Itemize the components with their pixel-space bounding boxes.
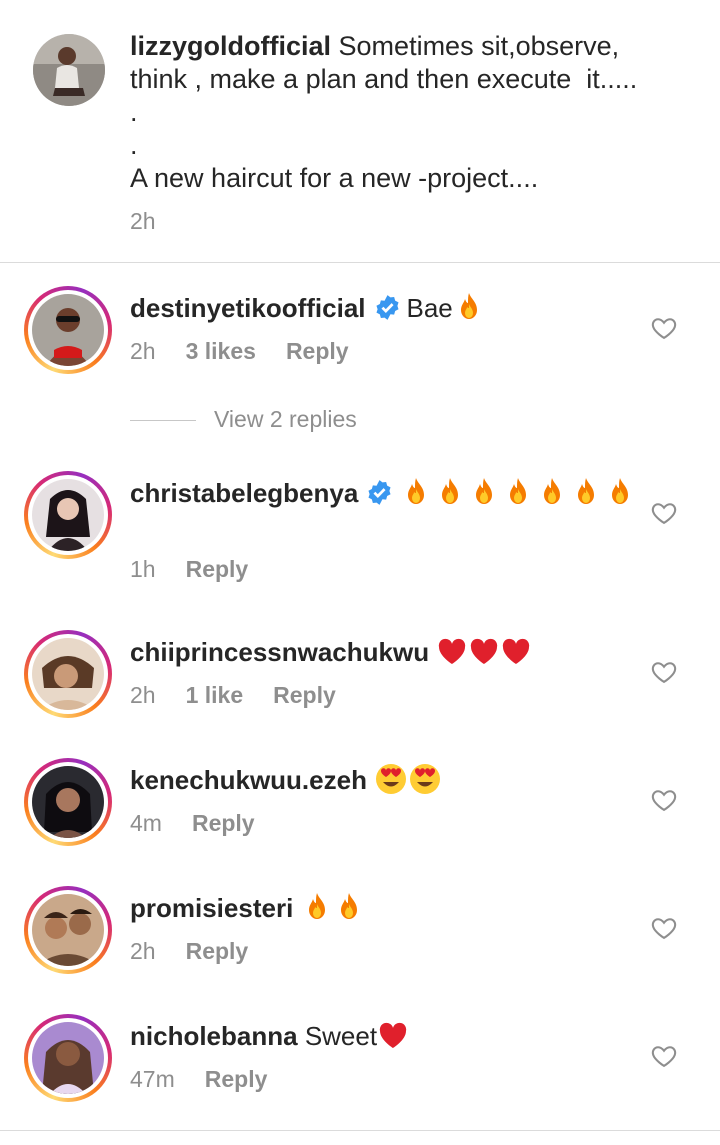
commenter-username[interactable]: chiiprincessnwachukwu bbox=[130, 637, 429, 667]
caption-line: . bbox=[130, 97, 138, 127]
fire-emoji-icon bbox=[574, 477, 598, 507]
commenter-avatar bbox=[32, 1022, 104, 1094]
comment-body: destinyetikoofficial Bae bbox=[130, 291, 650, 325]
view-replies-label[interactable]: View 2 replies bbox=[214, 406, 357, 433]
fire-emoji-icon bbox=[438, 477, 462, 507]
caption-line: A new haircut for a new -project.... bbox=[130, 163, 539, 193]
red-heart-emoji-icon bbox=[378, 1022, 408, 1050]
comment-meta: 1h Reply bbox=[130, 556, 278, 583]
post-author-avatar[interactable] bbox=[33, 34, 105, 106]
comment-meta: 2h 3 likes Reply bbox=[130, 338, 379, 365]
comment-meta: 2h Reply bbox=[130, 938, 278, 965]
story-ring[interactable] bbox=[24, 1014, 112, 1102]
verified-badge-icon bbox=[374, 294, 401, 321]
emoji-group bbox=[301, 893, 365, 923]
comment-meta: 2h 1 like Reply bbox=[130, 682, 366, 709]
commenter-avatar bbox=[32, 894, 104, 966]
comment-time: 2h bbox=[130, 938, 156, 964]
list-bottom-divider bbox=[0, 1130, 720, 1131]
caption-line: . bbox=[130, 130, 138, 160]
reply-button[interactable]: Reply bbox=[186, 938, 249, 964]
like-heart-icon[interactable] bbox=[650, 499, 678, 527]
commenter-avatar bbox=[32, 766, 104, 838]
comment-time: 2h bbox=[130, 682, 156, 708]
post-caption: lizzygoldofficial Sometimes sit,observe,… bbox=[0, 0, 720, 262]
story-ring[interactable] bbox=[24, 471, 112, 559]
avatar-image bbox=[33, 34, 105, 106]
comment-body: nicholebanna Sweet bbox=[130, 1019, 650, 1053]
reply-button[interactable]: Reply bbox=[186, 556, 249, 582]
comment-time: 4m bbox=[130, 810, 162, 836]
red-heart-emoji-icon bbox=[501, 638, 531, 666]
story-ring[interactable] bbox=[24, 886, 112, 974]
fire-emoji-icon bbox=[472, 477, 496, 507]
emoji-group bbox=[436, 637, 532, 667]
story-ring[interactable] bbox=[24, 630, 112, 718]
caption-divider bbox=[0, 262, 720, 263]
replies-line bbox=[130, 420, 196, 421]
caption-text: lizzygoldofficial Sometimes sit,observe,… bbox=[130, 30, 690, 195]
fire-emoji-icon bbox=[540, 477, 564, 507]
like-heart-icon[interactable] bbox=[650, 1042, 678, 1070]
commenter-avatar bbox=[32, 479, 104, 551]
comment-text: Sweet bbox=[304, 1021, 378, 1051]
emoji-group bbox=[374, 763, 442, 795]
like-heart-icon[interactable] bbox=[650, 914, 678, 942]
fire-emoji-icon bbox=[608, 477, 632, 507]
emoji-group bbox=[399, 478, 637, 508]
commenter-username[interactable]: destinyetikoofficial bbox=[130, 293, 366, 323]
commenter-username[interactable]: promisiesteri bbox=[130, 893, 293, 923]
heart-eyes-emoji-icon bbox=[375, 763, 407, 795]
commenter-username[interactable]: kenechukwuu.ezeh bbox=[130, 765, 367, 795]
reply-button[interactable]: Reply bbox=[273, 682, 336, 708]
likes-count[interactable]: 3 likes bbox=[186, 338, 256, 364]
comment-meta: 4m Reply bbox=[130, 810, 285, 837]
reply-button[interactable]: Reply bbox=[286, 338, 349, 364]
comment-time: 47m bbox=[130, 1066, 175, 1092]
comment-meta: 47m Reply bbox=[130, 1066, 297, 1093]
commenter-avatar bbox=[32, 638, 104, 710]
comment-time: 1h bbox=[130, 556, 156, 582]
comment-body: kenechukwuu.ezeh bbox=[130, 763, 650, 797]
like-heart-icon[interactable] bbox=[650, 658, 678, 686]
likes-count[interactable]: 1 like bbox=[186, 682, 244, 708]
fire-emoji-icon bbox=[305, 892, 329, 922]
emoji-group bbox=[453, 293, 485, 323]
fire-emoji-icon bbox=[337, 892, 361, 922]
red-heart-emoji-icon bbox=[437, 638, 467, 666]
post-timestamp: 2h bbox=[130, 208, 156, 234]
commenter-username[interactable]: nicholebanna bbox=[130, 1021, 298, 1051]
verified-badge-icon bbox=[366, 479, 393, 506]
comment-time: 2h bbox=[130, 338, 156, 364]
story-ring[interactable] bbox=[24, 758, 112, 846]
like-heart-icon[interactable] bbox=[650, 314, 678, 342]
heart-eyes-emoji-icon bbox=[409, 763, 441, 795]
comment-body: promisiesteri bbox=[130, 891, 650, 925]
like-heart-icon[interactable] bbox=[650, 786, 678, 814]
comment-body: chiiprincessnwachukwu bbox=[130, 635, 650, 669]
commenter-avatar bbox=[32, 294, 104, 366]
emoji-group bbox=[377, 1021, 409, 1051]
red-heart-emoji-icon bbox=[469, 638, 499, 666]
story-ring[interactable] bbox=[24, 286, 112, 374]
reply-button[interactable]: Reply bbox=[192, 810, 255, 836]
comment-text: Bae bbox=[406, 293, 453, 323]
comment-body: christabelegbenya bbox=[130, 476, 650, 510]
fire-emoji-icon bbox=[457, 292, 481, 322]
post-author-username[interactable]: lizzygoldofficial bbox=[130, 31, 331, 61]
caption-line: think , make a plan and then execute it.… bbox=[130, 64, 638, 94]
reply-button[interactable]: Reply bbox=[205, 1066, 268, 1092]
caption-line: Sometimes sit,observe, bbox=[338, 31, 620, 61]
fire-emoji-icon bbox=[404, 477, 428, 507]
fire-emoji-icon bbox=[506, 477, 530, 507]
commenter-username[interactable]: christabelegbenya bbox=[130, 478, 358, 508]
